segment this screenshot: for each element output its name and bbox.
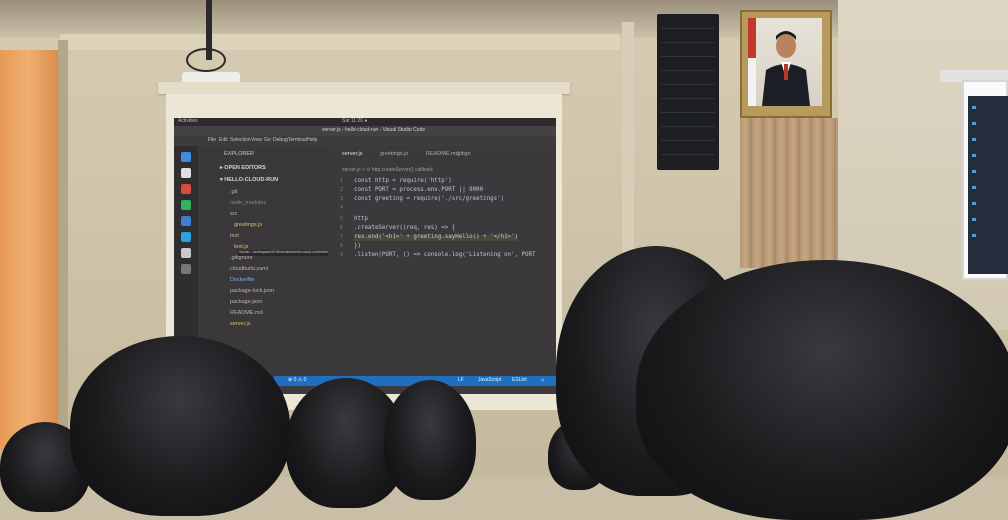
tab-gitignore[interactable]: .gitign	[456, 151, 471, 158]
open-editors-section[interactable]: ▸ OPEN EDITORS	[220, 165, 266, 172]
audience-head	[70, 336, 290, 516]
status-language[interactable]: JavaScript	[478, 378, 501, 383]
breadcrumb[interactable]: server.js > ⊙ http.createServer() callba…	[342, 168, 433, 173]
projector-cable	[186, 48, 226, 72]
code-line[interactable]: .listen(PORT, () => console.log('Listeni…	[354, 252, 535, 259]
app-grid-icon[interactable]	[181, 264, 191, 274]
file-item[interactable]: .git	[230, 189, 237, 196]
file-item[interactable]: cloudbuild.yaml	[230, 266, 268, 273]
file-item[interactable]: node_modules	[230, 200, 266, 207]
line-number: 1	[340, 178, 344, 184]
audience-head	[636, 260, 1008, 520]
wall-pillar	[622, 22, 634, 262]
chat-icon[interactable]	[181, 200, 191, 210]
line-number: 6	[340, 225, 344, 231]
file-item[interactable]: test	[230, 233, 239, 240]
explorer-header: EXPLORER	[224, 151, 254, 157]
tab-readme[interactable]: README.md	[426, 151, 459, 158]
line-number: 7	[340, 234, 344, 240]
editor-pane: server.js greetings.js README.md .gitign…	[328, 146, 556, 386]
desktop-top-bar: Activities Sat 11:26 ●	[174, 118, 556, 126]
code-line[interactable]: const greeting = require('./src/greeting…	[354, 196, 504, 203]
code-line[interactable]: .createServer((req, res) => {	[354, 225, 455, 232]
vscode-icon[interactable]	[181, 232, 191, 242]
line-number: 8	[340, 243, 344, 249]
status-eslint[interactable]: ESLint	[512, 378, 527, 383]
line-number: 4	[340, 205, 344, 211]
wall-curtain	[740, 118, 838, 268]
file-item[interactable]: src	[230, 211, 237, 218]
file-item[interactable]: package-lock.json	[230, 288, 274, 295]
project-section[interactable]: ▾ HELLO-CLOUD-RUN	[220, 177, 278, 184]
official-portrait	[748, 18, 822, 106]
code-line[interactable]: const PORT = process.env.PORT || 9000	[354, 187, 483, 194]
window-title-bar: server.js - hello-cloud-run - Visual Stu…	[174, 126, 556, 136]
menu-edit[interactable]: Edit	[219, 138, 228, 143]
wall-speaker	[657, 14, 719, 170]
menu-view[interactable]: View	[251, 138, 262, 143]
code-line[interactable]: })	[354, 243, 361, 250]
menu-bar: File Edit Selection View Go Debug Termin…	[174, 136, 556, 146]
status-eol[interactable]: LF	[458, 378, 464, 383]
file-item[interactable]: Dockerfile	[230, 277, 254, 284]
left-window-curtain	[0, 50, 62, 450]
app-icon[interactable]	[181, 184, 191, 194]
menu-go[interactable]: Go	[264, 138, 271, 143]
second-screen-content	[968, 96, 1008, 274]
window-title: server.js - hello-cloud-run - Visual Stu…	[322, 127, 426, 133]
projection-screen-housing	[158, 82, 570, 94]
terminal-icon[interactable]	[181, 216, 191, 226]
activities-label[interactable]: Activities	[178, 119, 198, 124]
file-item[interactable]: README.md	[230, 310, 263, 317]
window-frame	[58, 40, 68, 460]
status-problems[interactable]: ⊗ 0 ⚠ 0	[288, 378, 306, 383]
code-line[interactable]: http	[354, 216, 368, 223]
file-item[interactable]: .gitignore	[230, 255, 253, 262]
ceiling-trim	[60, 34, 620, 50]
line-number: 9	[340, 252, 344, 258]
browser-icon[interactable]	[181, 152, 191, 162]
menu-help[interactable]: Help	[307, 138, 317, 143]
menu-terminal[interactable]: Terminal	[288, 138, 307, 143]
menu-debug[interactable]: Debug	[273, 138, 288, 143]
tab-server-js[interactable]: server.js	[342, 151, 362, 158]
line-number: 3	[340, 196, 344, 202]
line-number: 5	[340, 216, 344, 222]
files-icon[interactable]	[181, 168, 191, 178]
clock: Sat 11:26 ●	[342, 118, 368, 124]
audience-head	[384, 380, 476, 500]
file-item[interactable]: greetings.js	[234, 222, 262, 229]
file-item[interactable]: server.js	[230, 321, 250, 328]
menu-selection[interactable]: Selection	[230, 138, 251, 143]
code-line[interactable]: const http = require('http')	[354, 178, 452, 185]
tab-greetings-js[interactable]: greetings.js	[380, 151, 408, 158]
file-item[interactable]: package.json	[230, 299, 262, 306]
line-number: 2	[340, 187, 344, 193]
settings-icon[interactable]	[181, 248, 191, 258]
path-tooltip: /home/.../workspace/2018/sandbox/hello-c…	[238, 250, 336, 256]
menu-file[interactable]: File	[208, 138, 216, 143]
code-line-highlighted[interactable]: res.end('<h1>' + greeting.sayHello() + '…	[354, 234, 519, 241]
feedback-icon[interactable]: ☺	[540, 378, 545, 383]
